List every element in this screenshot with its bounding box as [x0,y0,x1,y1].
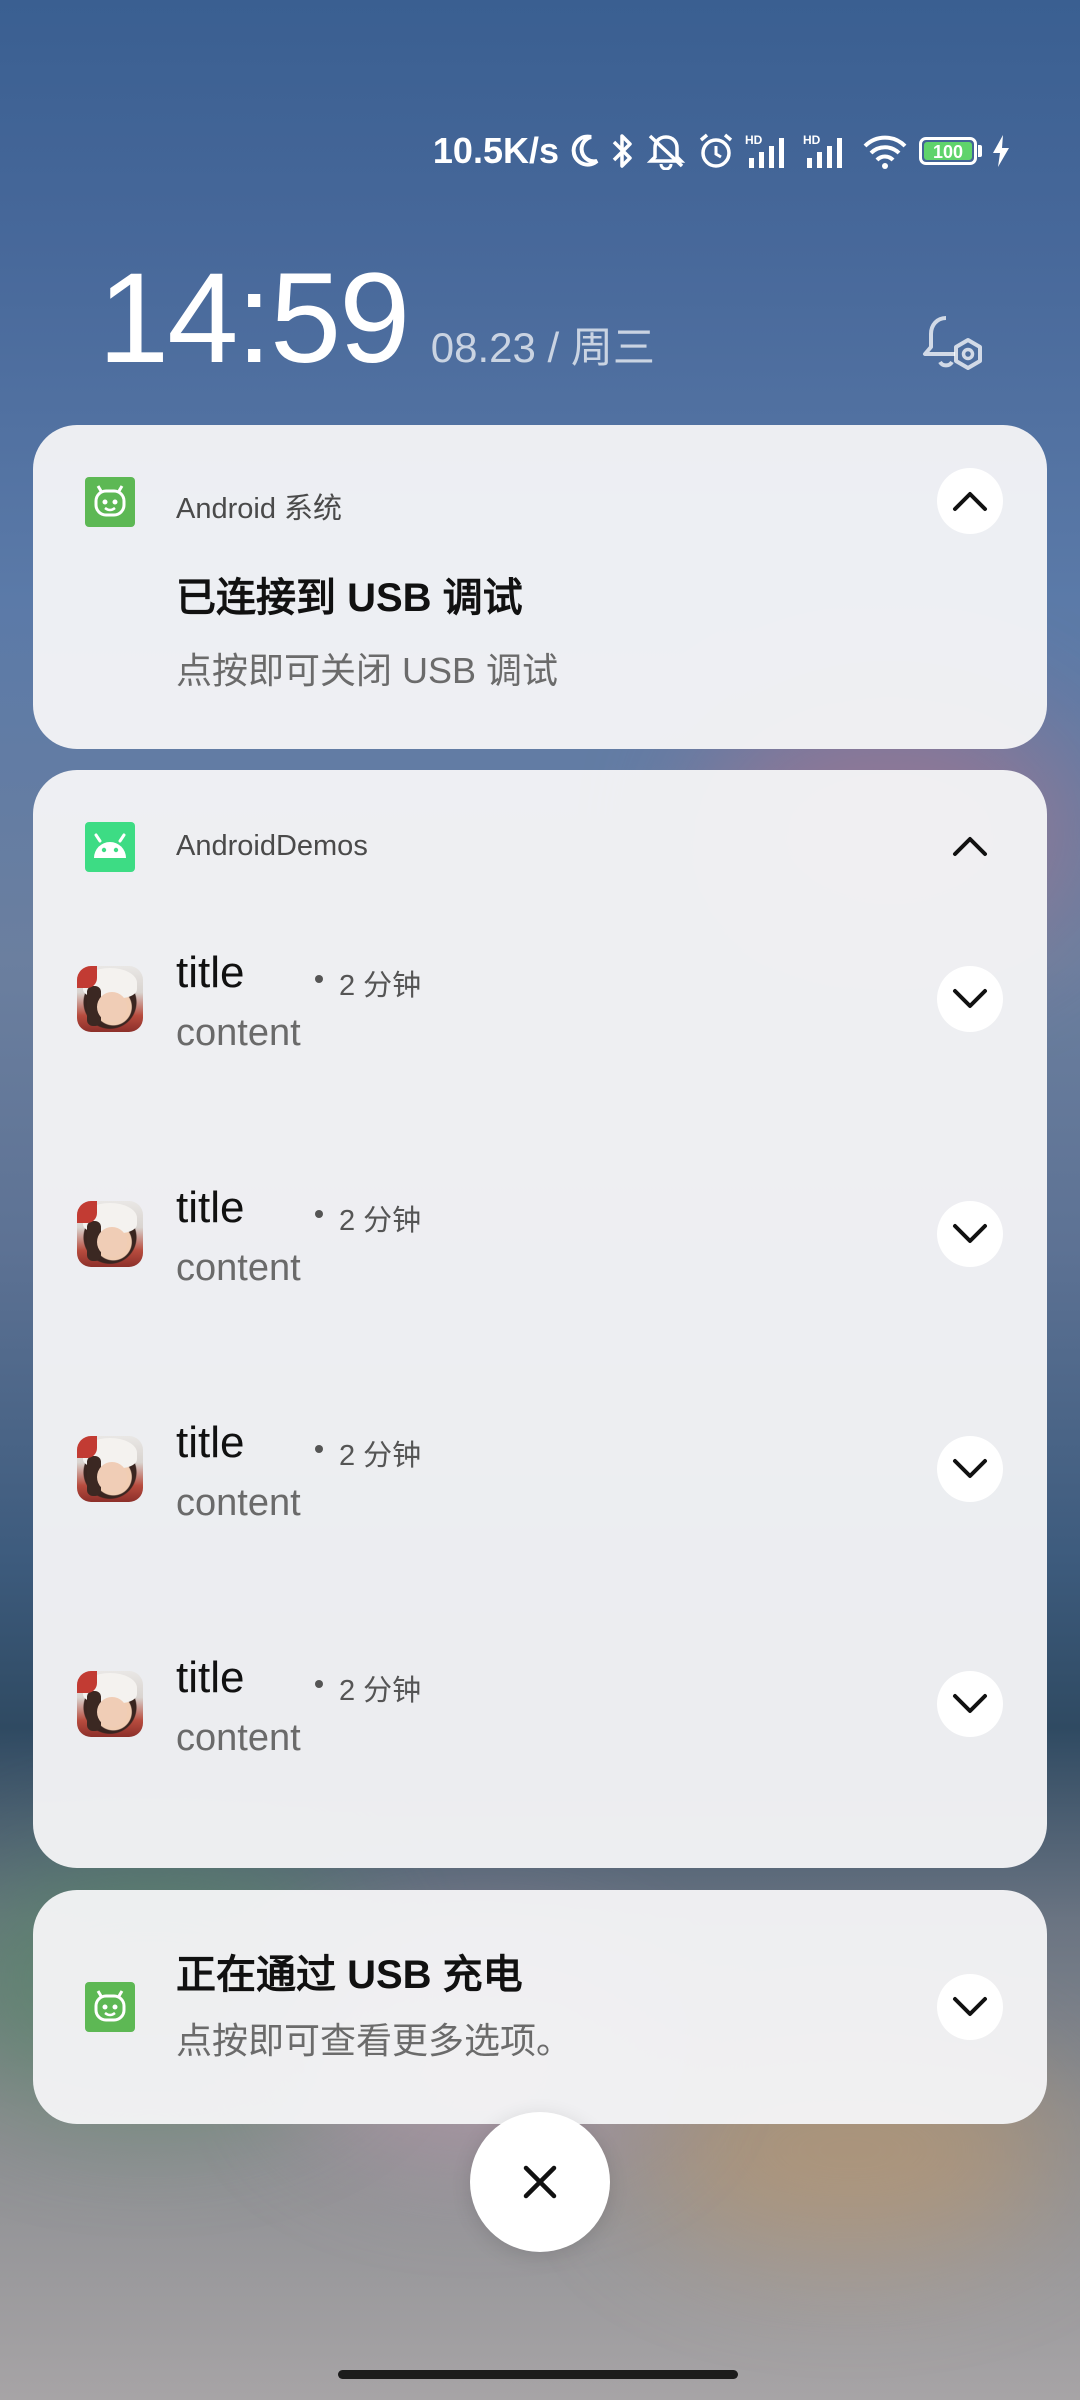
chevron-down-icon [953,1997,987,2016]
collapse-group-button[interactable] [937,813,1003,879]
svg-text:HD: HD [803,133,821,147]
expand-button[interactable] [937,1201,1003,1267]
expand-button[interactable] [937,1671,1003,1737]
notification-settings-icon[interactable] [918,310,988,380]
notification-group-androiddemos[interactable]: AndroidDemos title 2 分钟 content title 2 … [33,770,1047,1868]
separator-dot [315,1445,323,1453]
chevron-down-icon [953,1459,987,1478]
android-icon [85,822,135,872]
android-system-icon [85,477,135,527]
wifi-icon [861,131,909,171]
clock-header: 14:59 08.23 / 周三 [98,245,655,392]
charging-bolt-icon [992,131,1010,171]
list-item[interactable]: title 2 分钟 content [33,920,1047,1080]
hd-signal-icon: HD [745,131,793,171]
message-title: title [176,1183,245,1232]
clock-date[interactable]: 08.23 / 周三 [431,314,655,375]
avatar [77,1201,143,1267]
notification-usb-charging[interactable]: 正在通过 USB 充电 点按即可查看更多选项。 [33,1890,1047,2124]
message-content: content [176,1717,301,1759]
expand-button[interactable] [937,966,1003,1032]
chevron-up-icon [953,492,987,511]
list-item[interactable]: title 2 分钟 content [33,1390,1047,1550]
list-item[interactable]: title 2 分钟 content [33,1155,1047,1315]
home-indicator[interactable] [338,2370,738,2379]
collapse-button[interactable] [937,468,1003,534]
network-speed: 10.5K/s [432,130,559,171]
app-name: Android 系统 [176,493,343,525]
notification-usb-debugging[interactable]: Android 系统 已连接到 USB 调试 点按即可关闭 USB 调试 [33,425,1047,749]
expand-button[interactable] [937,1436,1003,1502]
close-icon [523,2165,557,2199]
message-time: 2 分钟 [339,1205,422,1237]
battery-level: 100 [924,142,972,162]
battery-icon: 100 [919,137,982,165]
android-system-icon [85,1982,135,2032]
svg-text:HD: HD [745,133,763,147]
app-name: AndroidDemos [176,830,368,862]
avatar [77,966,143,1032]
message-content: content [176,1482,301,1524]
chevron-up-icon [953,837,987,856]
message-title: title [176,1653,245,1702]
status-bar: 10.5K/s HD HD 100 [433,130,1010,172]
list-item[interactable]: title 2 分钟 content [33,1625,1047,1785]
bluetooth-icon [611,131,635,171]
notification-title: 已连接到 USB 调试 [176,576,523,620]
separator-dot [315,1210,323,1218]
avatar [77,1436,143,1502]
expand-button[interactable] [937,1974,1003,2040]
message-title: title [176,1418,245,1467]
separator-dot [315,975,323,983]
alarm-icon [697,131,735,171]
separator-dot [315,1680,323,1688]
clear-all-button[interactable] [470,2112,610,2252]
message-time: 2 分钟 [339,1675,422,1707]
moon-icon [569,131,601,171]
notification-title: 正在通过 USB 充电 [176,1953,523,1997]
message-content: content [176,1012,301,1054]
message-time: 2 分钟 [339,1440,422,1472]
notification-text: 点按即可关闭 USB 调试 [176,650,559,691]
message-time: 2 分钟 [339,970,422,1002]
mute-vibrate-icon [645,131,687,171]
hd-signal-icon: HD [803,131,851,171]
chevron-down-icon [953,989,987,1008]
message-content: content [176,1247,301,1289]
notification-text: 点按即可查看更多选项。 [176,2020,573,2061]
avatar [77,1671,143,1737]
chevron-down-icon [953,1694,987,1713]
chevron-down-icon [953,1224,987,1243]
message-title: title [176,948,245,997]
clock-time[interactable]: 14:59 [98,245,410,392]
